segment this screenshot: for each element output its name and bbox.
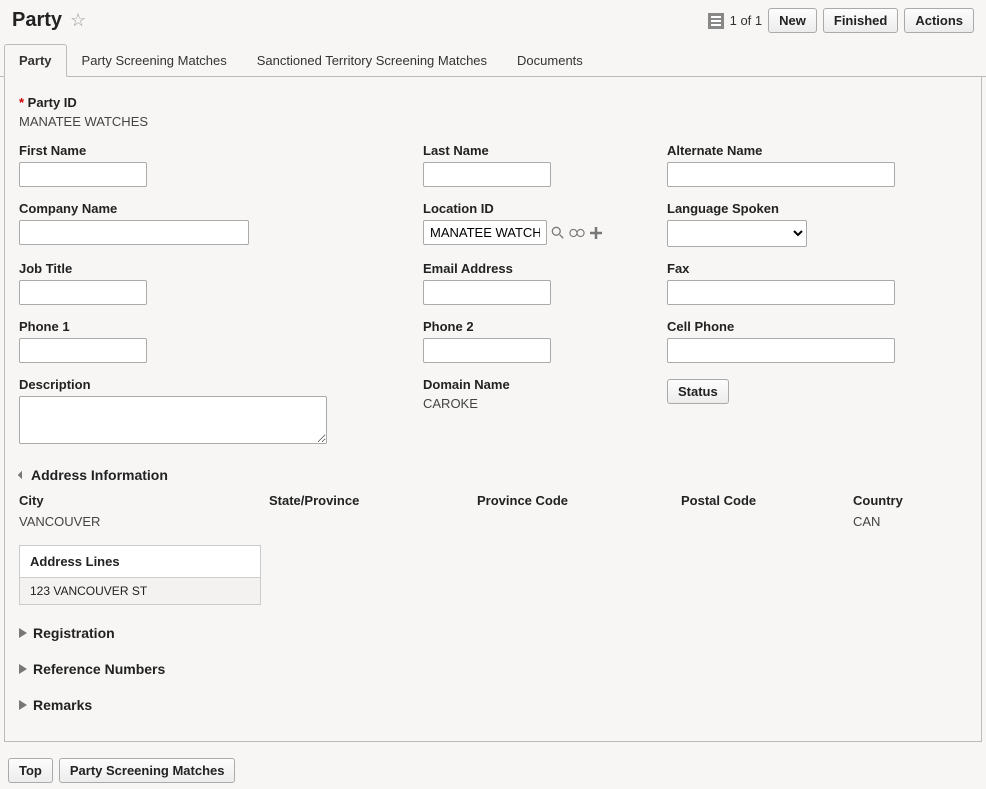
email-input[interactable]	[423, 280, 551, 305]
section-address-information-label: Address Information	[31, 467, 168, 483]
state-value	[269, 514, 477, 529]
party-panel: * Party ID MANATEE WATCHES First Name La…	[4, 77, 982, 742]
section-reference-numbers[interactable]: Reference Numbers	[19, 661, 967, 677]
job-title-input[interactable]	[19, 280, 147, 305]
section-registration-label: Registration	[33, 625, 115, 641]
language-spoken-label: Language Spoken	[667, 201, 951, 216]
domain-name-label: Domain Name	[423, 377, 651, 392]
tab-party[interactable]: Party	[4, 44, 67, 77]
finished-button[interactable]: Finished	[823, 8, 898, 33]
actions-button[interactable]: Actions	[904, 8, 974, 33]
fax-label: Fax	[667, 261, 951, 276]
tab-documents[interactable]: Documents	[502, 44, 598, 77]
section-remarks-label: Remarks	[33, 697, 92, 713]
domain-name-value: CAROKE	[423, 396, 478, 411]
tab-sanctioned-territory-screening-matches[interactable]: Sanctioned Territory Screening Matches	[242, 44, 502, 77]
first-name-label: First Name	[19, 143, 407, 158]
address-line-row: 123 VANCOUVER ST	[20, 578, 260, 604]
cell-phone-input[interactable]	[667, 338, 895, 363]
phone1-input[interactable]	[19, 338, 147, 363]
section-registration[interactable]: Registration	[19, 625, 967, 641]
top-button[interactable]: Top	[8, 758, 53, 783]
bottom-button-bar: Top Party Screening Matches	[0, 752, 986, 789]
fax-input[interactable]	[667, 280, 895, 305]
phone2-input[interactable]	[423, 338, 551, 363]
city-value: VANCOUVER	[19, 514, 269, 529]
party-id-value: MANATEE WATCHES	[19, 114, 148, 129]
language-spoken-select[interactable]	[667, 220, 807, 247]
section-reference-numbers-label: Reference Numbers	[33, 661, 165, 677]
last-name-input[interactable]	[423, 162, 551, 187]
phone2-label: Phone 2	[423, 319, 651, 334]
alternate-name-label: Alternate Name	[667, 143, 951, 158]
job-title-label: Job Title	[19, 261, 407, 276]
country-value: CAN	[853, 514, 967, 529]
chevron-right-icon	[19, 628, 27, 638]
province-code-value	[477, 514, 681, 529]
first-name-input[interactable]	[19, 162, 147, 187]
cell-phone-label: Cell Phone	[667, 319, 951, 334]
party-screening-matches-button[interactable]: Party Screening Matches	[59, 758, 236, 783]
record-nav: 1 of 1 New Finished Actions	[708, 8, 974, 33]
postal-code-value	[681, 514, 853, 529]
page-title: Party	[12, 9, 62, 32]
view-icon[interactable]	[569, 225, 585, 241]
search-icon[interactable]	[550, 225, 566, 241]
province-code-label: Province Code	[477, 493, 681, 508]
country-label: Country	[853, 493, 967, 508]
chevron-down-icon	[18, 471, 26, 479]
field-grid: First Name Last Name Alternate Name Comp…	[19, 143, 967, 447]
favorite-star-icon[interactable]: ☆	[70, 10, 86, 31]
email-label: Email Address	[423, 261, 651, 276]
address-grid: City State/Province Province Code Postal…	[19, 493, 967, 529]
location-id-input[interactable]	[423, 220, 547, 245]
header-bar: Party ☆ 1 of 1 New Finished Actions	[0, 0, 986, 43]
section-address-information[interactable]: Address Information	[19, 467, 967, 483]
description-textarea[interactable]	[19, 396, 327, 444]
address-lines-table: Address Lines 123 VANCOUVER ST	[19, 545, 261, 605]
chevron-right-icon	[19, 700, 27, 710]
city-label: City	[19, 493, 269, 508]
company-name-label: Company Name	[19, 201, 407, 216]
party-id-block: * Party ID MANATEE WATCHES	[19, 95, 967, 129]
status-button[interactable]: Status	[667, 379, 729, 404]
address-lines-header: Address Lines	[20, 546, 260, 578]
postal-code-label: Postal Code	[681, 493, 853, 508]
state-label: State/Province	[269, 493, 477, 508]
location-id-label: Location ID	[423, 201, 651, 216]
list-icon[interactable]	[708, 13, 724, 29]
description-label: Description	[19, 377, 407, 392]
section-remarks[interactable]: Remarks	[19, 697, 967, 713]
chevron-right-icon	[19, 664, 27, 674]
company-name-input[interactable]	[19, 220, 249, 245]
add-icon[interactable]	[588, 225, 604, 241]
record-counter: 1 of 1	[730, 13, 763, 28]
new-button[interactable]: New	[768, 8, 817, 33]
tab-bar: Party Party Screening Matches Sanctioned…	[0, 43, 986, 77]
alternate-name-input[interactable]	[667, 162, 895, 187]
party-id-label: * Party ID	[19, 95, 967, 110]
phone1-label: Phone 1	[19, 319, 407, 334]
tab-party-screening-matches[interactable]: Party Screening Matches	[67, 44, 242, 77]
last-name-label: Last Name	[423, 143, 651, 158]
